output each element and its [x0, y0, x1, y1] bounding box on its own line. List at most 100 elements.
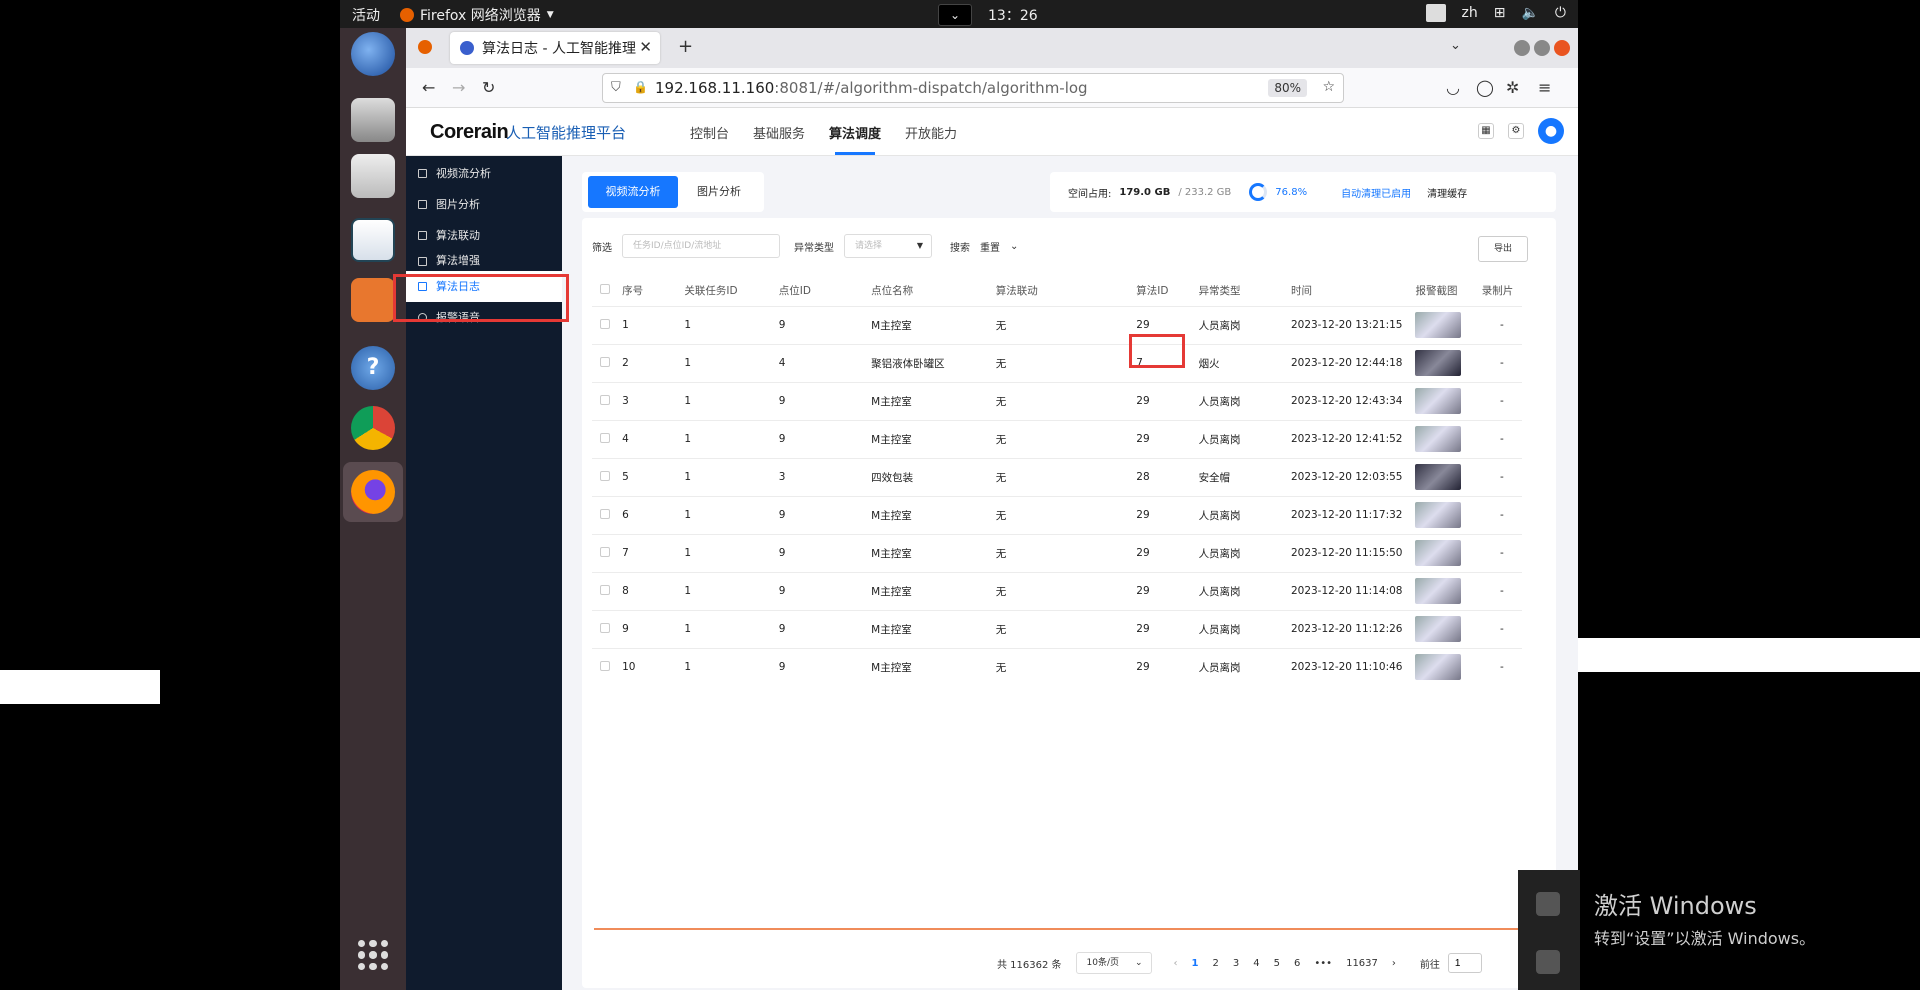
nav-open-capabilities[interactable]: 开放能力 — [905, 123, 957, 142]
tab-list-chevron-icon[interactable]: ⌄ — [1450, 38, 1461, 53]
account-icon[interactable]: ◯ — [1476, 78, 1494, 97]
screen-share-icon[interactable] — [1425, 4, 1446, 22]
scrollbar-track[interactable] — [594, 928, 1522, 930]
browser-tab[interactable]: 算法日志 - 人工智能推理 ✕ — [450, 32, 660, 64]
page-2[interactable]: 2 — [1213, 958, 1219, 969]
minimize-icon[interactable] — [1514, 40, 1530, 56]
table-row[interactable]: 6 1 9 M主控室无 29 人员离岗 2023-12-20 11:17:32 - — [592, 495, 1522, 534]
row-checkbox[interactable] — [600, 318, 610, 329]
table-row[interactable]: 1 1 9 M主控室无 29 人员离岗 2023-12-20 13:21:15- — [592, 305, 1522, 344]
alarm-snapshot-thumbnail[interactable] — [1415, 464, 1462, 490]
close-window-icon[interactable] — [1554, 40, 1570, 56]
row-checkbox[interactable] — [600, 432, 610, 443]
alarm-snapshot-thumbnail[interactable] — [1415, 312, 1462, 338]
alarm-snapshot-thumbnail[interactable] — [1415, 540, 1462, 566]
new-tab-button[interactable]: + — [678, 36, 693, 57]
row-checkbox[interactable] — [600, 394, 610, 405]
row-checkbox[interactable] — [600, 622, 610, 633]
chrome-icon[interactable] — [351, 406, 395, 450]
extensions-icon[interactable]: ✲ — [1506, 78, 1519, 97]
tab-image-analysis[interactable]: 图片分析 — [674, 176, 764, 208]
auto-clean-status[interactable]: 自动清理已启用 — [1341, 185, 1411, 200]
table-row[interactable]: 4 1 9 M主控室无 29 人员离岗 2023-12-20 12:41:52 - — [592, 419, 1522, 458]
app-menu[interactable]: Firefox 网络浏览器 ▼ — [400, 5, 554, 25]
alarm-snapshot-thumbnail[interactable] — [1415, 502, 1462, 528]
table-row[interactable]: 5 1 3 四效包装无 28 安全帽 2023-12-20 12:03:55 - — [592, 457, 1522, 496]
tab-video-analysis[interactable]: 视频流分析 — [588, 176, 678, 208]
row-checkbox[interactable] — [600, 356, 610, 367]
page-4[interactable]: 4 — [1253, 958, 1259, 969]
apps-icon[interactable]: ▦ — [1478, 123, 1494, 139]
alarm-snapshot-thumbnail[interactable] — [1415, 350, 1462, 376]
alarm-snapshot-thumbnail[interactable] — [1415, 426, 1462, 452]
alarm-snapshot-thumbnail[interactable] — [1415, 578, 1462, 604]
reload-icon[interactable]: ↻ — [482, 78, 495, 97]
help-icon[interactable]: ? — [351, 346, 395, 390]
zoom-level[interactable]: 80% — [1268, 79, 1307, 97]
nav-basic-services[interactable]: 基础服务 — [753, 123, 805, 142]
pagination-ellipsis[interactable]: ••• — [1314, 958, 1332, 969]
files-icon[interactable] — [351, 98, 395, 142]
close-tab-icon[interactable]: ✕ — [639, 38, 652, 56]
menu-icon[interactable]: ≡ — [1538, 78, 1551, 97]
writer-icon[interactable] — [351, 218, 395, 262]
search-button[interactable]: 搜索 — [950, 239, 970, 254]
prev-page-icon[interactable]: ‹ — [1174, 958, 1178, 969]
alarm-snapshot-thumbnail[interactable] — [1415, 654, 1462, 681]
sidebar-item-image-analysis[interactable]: 图片分析 — [406, 189, 562, 220]
sidebar-item-video-analysis[interactable]: 视频流分析 — [406, 158, 562, 189]
nav-algorithm-dispatch[interactable]: 算法调度 — [829, 123, 881, 155]
gear-icon[interactable]: ⚙ — [1508, 123, 1524, 139]
page-3[interactable]: 3 — [1233, 958, 1239, 969]
screen-share-icon[interactable] — [1536, 950, 1560, 974]
page-1[interactable]: 1 — [1192, 958, 1199, 969]
sidebar-item-algorithm-link[interactable]: 算法联动 — [406, 220, 562, 251]
alarm-snapshot-thumbnail[interactable] — [1415, 616, 1462, 642]
software-center-icon[interactable] — [351, 278, 395, 322]
table-row[interactable]: 2 1 4 聚铝液体卧罐区无 7 烟火 2023-12-20 12:44:18- — [592, 343, 1522, 382]
clock[interactable]: 13：26 — [988, 5, 1038, 25]
filter-input[interactable]: 任务ID/点位ID/流地址 — [622, 234, 780, 258]
app-grid-icon[interactable] — [358, 940, 388, 970]
firefox-dock-item[interactable] — [343, 462, 403, 522]
activities-button[interactable]: 活动 — [352, 5, 380, 25]
rhythmbox-icon[interactable] — [351, 154, 395, 198]
clear-cache-button[interactable]: 清理缓存 — [1427, 185, 1467, 200]
table-row[interactable]: 8 1 9 M主控室无 29 人员离岗 2023-12-20 11:14:08 - — [592, 571, 1522, 610]
table-row[interactable]: 7 1 9 M主控室无 29 人员离岗 2023-12-20 11:15:50 - — [592, 533, 1522, 572]
shield-icon[interactable]: ⛉ — [611, 80, 621, 95]
reset-button[interactable]: 重置 — [980, 239, 1000, 254]
alarm-snapshot-thumbnail[interactable] — [1415, 388, 1462, 414]
star-icon[interactable]: ☆ — [1322, 79, 1335, 95]
nav-console[interactable]: 控制台 — [690, 123, 729, 142]
back-icon[interactable]: ← — [422, 78, 435, 97]
thunderbird-icon[interactable] — [351, 32, 395, 76]
pocket-icon[interactable]: ◡ — [1446, 78, 1460, 97]
chevron-down-icon[interactable]: ⌄ — [938, 4, 972, 26]
language-indicator[interactable]: zh — [1462, 5, 1478, 21]
firefox-view-icon[interactable] — [418, 40, 432, 54]
table-row[interactable]: 9 1 9 M主控室无 29 人员离岗 2023-12-20 11:12:26- — [592, 609, 1522, 648]
export-button[interactable]: 导出 — [1478, 236, 1528, 262]
row-checkbox[interactable] — [600, 508, 610, 519]
forward-icon[interactable]: → — [452, 78, 465, 97]
row-checkbox[interactable] — [600, 546, 610, 557]
lock-icon[interactable]: 🔒 — [633, 80, 648, 94]
page-6[interactable]: 6 — [1294, 958, 1300, 969]
power-icon[interactable]: ⏻ — [1555, 5, 1566, 21]
anomaly-type-select[interactable]: 请选择 ▼ — [844, 234, 932, 258]
goto-page-input[interactable] — [1447, 953, 1482, 973]
network-icon[interactable]: ⊞ — [1494, 5, 1506, 21]
page-5[interactable]: 5 — [1274, 958, 1280, 969]
next-page-icon[interactable]: › — [1392, 958, 1396, 969]
table-row[interactable]: 3 1 9 M主控室无 29 人员离岗 2023-12-20 12:43:34 - — [592, 381, 1522, 420]
row-checkbox[interactable] — [600, 470, 610, 481]
table-row[interactable]: 10 1 9 M主控室无 29 人员离岗 2023-12-20 11:10:46 - — [592, 647, 1522, 686]
page-last[interactable]: 11637 — [1346, 958, 1378, 969]
screen-share-icon[interactable] — [1536, 892, 1560, 916]
row-checkbox[interactable] — [600, 584, 610, 595]
row-checkbox[interactable] — [600, 660, 610, 671]
avatar[interactable]: ● — [1538, 118, 1564, 144]
page-size-select[interactable]: 10条/页 ⌄ — [1075, 952, 1152, 974]
volume-icon[interactable]: 🔈 — [1521, 5, 1538, 21]
